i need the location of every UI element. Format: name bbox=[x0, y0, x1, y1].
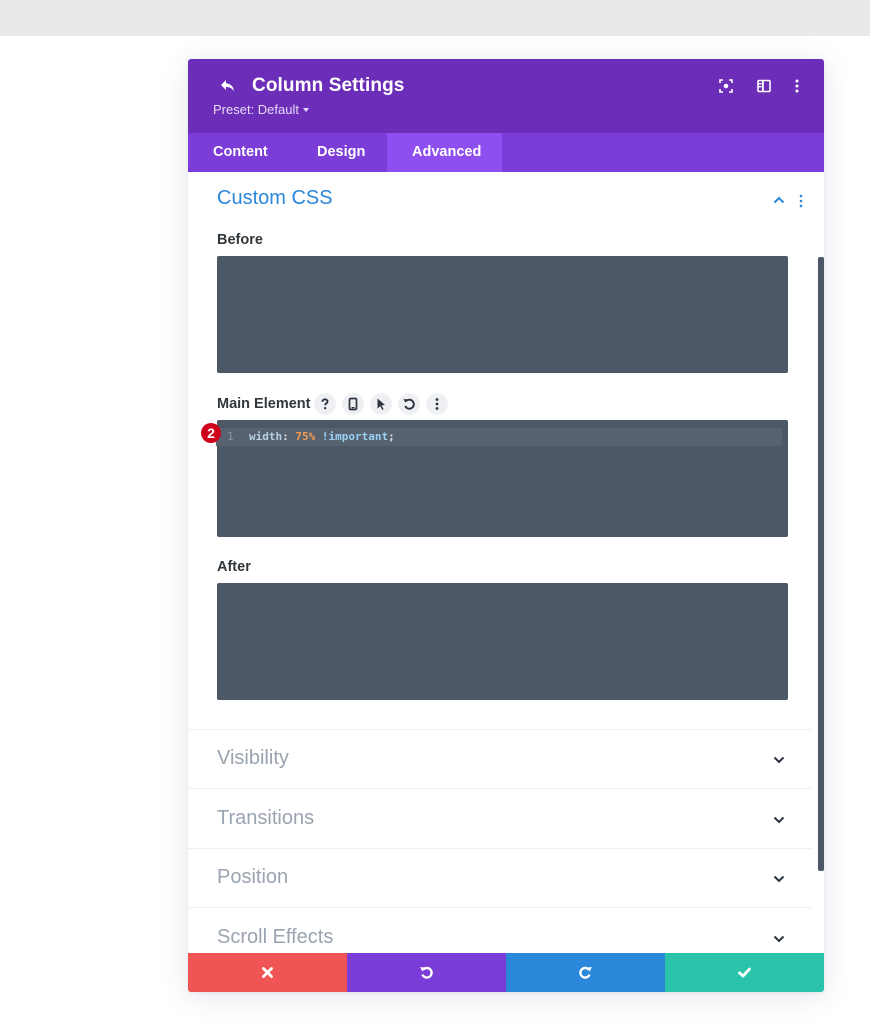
section-more-icon[interactable] bbox=[799, 194, 803, 208]
preset-caret-icon bbox=[303, 107, 309, 112]
redo-icon bbox=[579, 966, 592, 979]
css-value: 75% bbox=[295, 430, 316, 443]
tab-advanced[interactable]: Advanced bbox=[387, 133, 502, 172]
focus-icon[interactable] bbox=[718, 78, 734, 94]
css-code-text[interactable]: width: 75% !important; bbox=[249, 430, 395, 443]
before-css-editor[interactable] bbox=[217, 256, 788, 373]
cancel-button[interactable] bbox=[188, 953, 347, 992]
scroll-effects-section-title[interactable]: Scroll Effects bbox=[217, 926, 333, 949]
section-divider bbox=[188, 907, 812, 908]
settings-modal: Column Settings Preset: Default Content … bbox=[188, 59, 824, 992]
step-badge: 2 bbox=[201, 423, 221, 443]
before-label: Before bbox=[217, 232, 263, 248]
transitions-section-title[interactable]: Transitions bbox=[217, 807, 314, 830]
more-icon bbox=[435, 398, 439, 410]
css-property: width bbox=[249, 430, 283, 443]
tab-design[interactable]: Design bbox=[291, 133, 387, 172]
top-bar bbox=[0, 0, 870, 36]
modal-title: Column Settings bbox=[252, 75, 405, 96]
chevron-down-icon[interactable] bbox=[773, 935, 785, 943]
reset-icon bbox=[403, 398, 415, 410]
chevron-up-icon[interactable] bbox=[773, 196, 785, 204]
section-divider bbox=[188, 788, 812, 789]
tab-bar: Content Design Advanced bbox=[188, 133, 824, 172]
back-icon[interactable] bbox=[219, 77, 237, 95]
scrollbar[interactable] bbox=[818, 257, 824, 871]
mobile-icon bbox=[348, 397, 358, 411]
css-semicolon: ; bbox=[388, 430, 395, 443]
chevron-down-icon[interactable] bbox=[773, 816, 785, 824]
action-bar bbox=[188, 953, 824, 992]
css-important: !important bbox=[321, 430, 389, 443]
hover-cursor-icon bbox=[377, 398, 385, 410]
reset-button[interactable] bbox=[398, 393, 420, 415]
line-number: 1 bbox=[227, 430, 234, 443]
section-divider bbox=[188, 848, 812, 849]
field-more-button[interactable] bbox=[426, 393, 448, 415]
help-icon bbox=[321, 398, 329, 410]
split-view-icon[interactable] bbox=[756, 78, 772, 94]
help-button[interactable] bbox=[314, 393, 336, 415]
after-css-editor[interactable] bbox=[217, 583, 788, 700]
css-colon: : bbox=[282, 430, 289, 443]
after-label: After bbox=[217, 559, 251, 575]
visibility-section-title[interactable]: Visibility bbox=[217, 747, 289, 770]
section-divider bbox=[188, 729, 812, 730]
cancel-icon bbox=[262, 967, 273, 978]
modal-header: Column Settings Preset: Default bbox=[188, 59, 824, 133]
undo-button[interactable] bbox=[347, 953, 506, 992]
responsive-button[interactable] bbox=[342, 393, 364, 415]
redo-button[interactable] bbox=[506, 953, 665, 992]
chevron-down-icon[interactable] bbox=[773, 875, 785, 883]
hover-button[interactable] bbox=[370, 393, 392, 415]
undo-icon bbox=[420, 966, 433, 979]
preset-selector[interactable]: Preset: Default bbox=[213, 102, 309, 117]
position-section-title[interactable]: Position bbox=[217, 866, 288, 889]
custom-css-title[interactable]: Custom CSS bbox=[217, 187, 333, 210]
more-options-icon[interactable] bbox=[789, 78, 805, 94]
tab-content[interactable]: Content bbox=[188, 133, 291, 172]
save-icon bbox=[738, 967, 751, 978]
preset-label: Preset: Default bbox=[213, 102, 299, 117]
main-element-label: Main Element bbox=[217, 396, 311, 412]
chevron-down-icon[interactable] bbox=[773, 756, 785, 764]
save-button[interactable] bbox=[665, 953, 824, 992]
